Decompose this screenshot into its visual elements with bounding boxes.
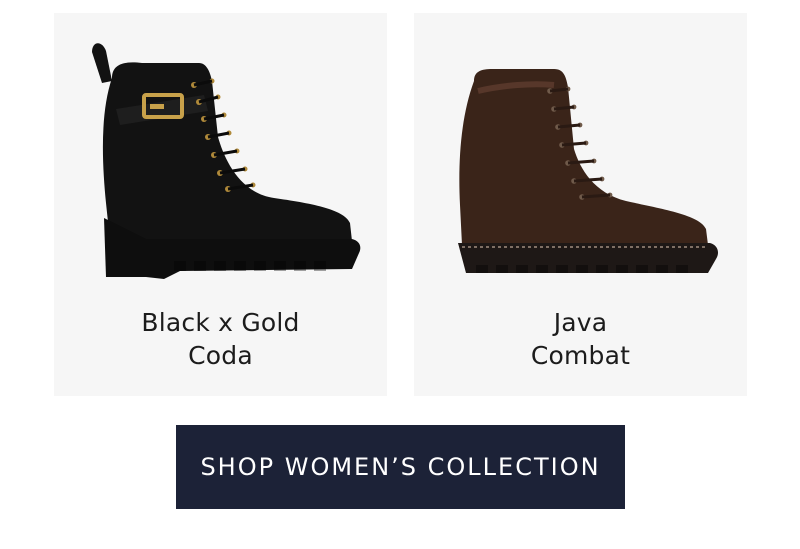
product-title-line-2: Coda	[188, 341, 253, 370]
product-title-line-1: Java	[553, 308, 608, 337]
black-gold-coda-boot-image[interactable]	[54, 33, 387, 293]
shop-womens-collection-button[interactable]: SHOP WOMEN’S COLLECTION	[176, 425, 625, 509]
product-card-java-combat[interactable]: Java Combat	[414, 13, 747, 396]
java-combat-boot-image[interactable]	[414, 33, 747, 293]
product-title-black-gold-coda[interactable]: Black x Gold Coda	[54, 306, 387, 372]
boot-pull-tab	[92, 43, 112, 83]
tread-marks	[476, 265, 688, 273]
product-card-black-gold-coda[interactable]: Black x Gold Coda	[54, 13, 387, 396]
sole	[146, 239, 361, 279]
product-title-line-1: Black x Gold	[141, 308, 300, 337]
boot-upper	[459, 69, 708, 245]
product-title-line-2: Combat	[530, 341, 631, 370]
buckle-tongue	[150, 104, 164, 109]
product-title-java-combat[interactable]: Java Combat	[414, 306, 747, 372]
